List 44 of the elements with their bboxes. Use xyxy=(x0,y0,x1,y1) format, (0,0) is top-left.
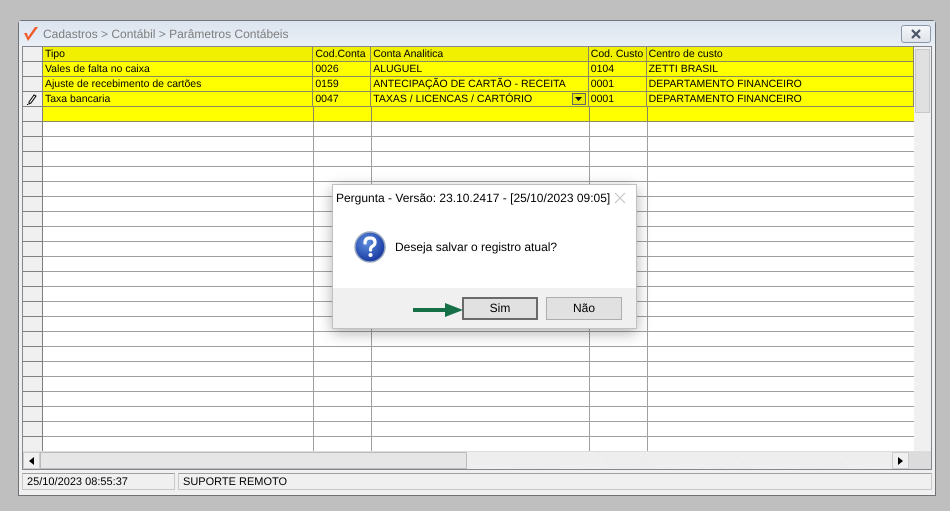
column-header[interactable]: Cod.Conta xyxy=(313,47,372,62)
table-cell: ZETTI BRASIL xyxy=(646,62,914,77)
table-cell: 0104 xyxy=(588,62,647,77)
close-button[interactable] xyxy=(901,24,931,42)
table-cell: 0001 xyxy=(588,77,647,92)
caret-icon xyxy=(575,97,582,101)
table-cell: DEPARTAMENTO FINANCEIRO xyxy=(646,77,914,92)
row-header[interactable] xyxy=(23,92,43,107)
check-logo-icon xyxy=(23,26,39,42)
table-cell: Vales de falta no caixa xyxy=(42,62,314,77)
table-cell: 0026 xyxy=(313,62,372,77)
status-datetime: 25/10/2023 08:55:37 xyxy=(22,473,175,490)
dropdown-button[interactable] xyxy=(572,93,586,105)
scroll-left-button[interactable] xyxy=(23,452,40,469)
table-cell: Ajuste de recebimento de cartões xyxy=(42,77,314,92)
question-icon xyxy=(354,230,386,262)
table-cell: 0001 xyxy=(588,92,647,107)
row-header xyxy=(23,47,43,62)
status-user: SUPORTE REMOTO xyxy=(178,473,932,490)
table-cell: ALUGUEL xyxy=(371,62,589,77)
table-cell: ANTECIPAÇÃO DE CARTÃO - RECEITA xyxy=(371,77,589,92)
table-cell: 0159 xyxy=(313,77,372,92)
table-cell: Taxa bancaria xyxy=(42,92,314,107)
dialog-button[interactable]: Não xyxy=(546,296,622,320)
left-arrow-icon xyxy=(29,456,34,464)
scroll-right-button[interactable] xyxy=(892,452,909,469)
right-arrow-icon xyxy=(898,456,903,464)
column-header[interactable]: Centro de custo xyxy=(646,47,914,62)
window-title: Cadastros > Contábil > Parâmetros Contábeis xyxy=(43,26,290,40)
pencil-icon xyxy=(27,94,38,104)
close-icon xyxy=(910,28,922,38)
dialog-message: Deseja salvar o registro atual? xyxy=(395,240,558,254)
column-header[interactable]: Cod. Custo xyxy=(588,47,647,62)
scrollbar-thumb[interactable] xyxy=(40,452,467,469)
pointer-arrow xyxy=(413,302,463,318)
table-cell: DEPARTAMENTO FINANCEIRO xyxy=(646,92,914,107)
column-header[interactable]: Tipo xyxy=(42,47,314,62)
dialog-title: Pergunta - Versão: 23.10.2417 - [25/10/2023 09:05] xyxy=(336,191,612,205)
column-header[interactable]: Conta Analitica xyxy=(371,47,589,62)
close-icon[interactable] xyxy=(614,192,626,204)
dialog-button[interactable]: Sim xyxy=(462,296,538,320)
vertical-scrollbar[interactable] xyxy=(914,47,931,451)
table-cell: TAXAS / LICENCAS / CARTÓRIO xyxy=(373,92,532,106)
table-cell: 0047 xyxy=(313,92,372,107)
